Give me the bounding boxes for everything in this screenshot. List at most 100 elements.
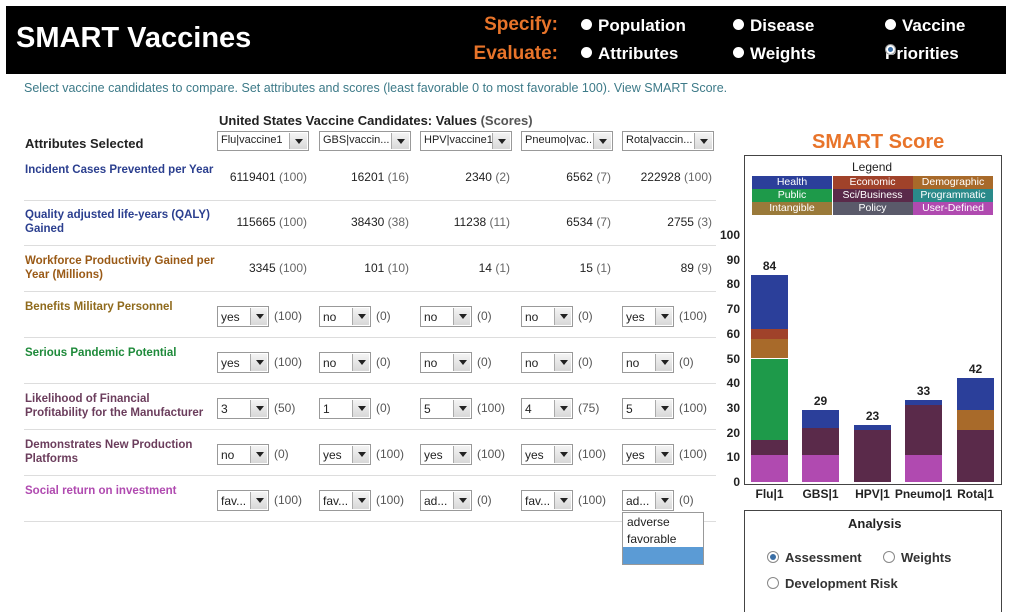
chevron-down-icon[interactable] (554, 492, 571, 509)
chevron-down-icon[interactable] (250, 400, 267, 417)
candidate-select-1[interactable]: GBS|vaccin... (319, 131, 411, 151)
cell-select[interactable]: 3 (217, 398, 269, 419)
cell-select-value: no (424, 356, 438, 370)
cell-select[interactable]: yes (217, 306, 269, 327)
cell-score: (2) (495, 170, 510, 184)
cell-select[interactable]: fav... (521, 490, 573, 511)
chevron-down-icon[interactable] (694, 133, 712, 149)
y-tick-label: 90 (726, 252, 740, 267)
candidate-select-2[interactable]: HPV|vaccine1 (420, 131, 512, 151)
chevron-down-icon[interactable] (554, 446, 571, 463)
chevron-down-icon[interactable] (453, 400, 470, 417)
cell-select-value: ad... (626, 494, 650, 508)
nav-population[interactable]: Population (581, 16, 686, 36)
bar-total-label: 29 (813, 394, 828, 409)
cell-select[interactable]: ad... (622, 490, 674, 511)
cell-score: (100) (679, 309, 708, 323)
chevron-down-icon[interactable] (352, 400, 369, 417)
radio-icon (581, 19, 592, 30)
chevron-down-icon[interactable] (492, 133, 510, 149)
candidate-select-0[interactable]: Flu|vaccine1 (217, 131, 309, 151)
cell-value: 89 (9) (612, 261, 712, 275)
cell-select[interactable]: 4 (521, 398, 573, 419)
bar-segment (957, 430, 994, 482)
candidate-select-3[interactable]: Pneumo|vac... (521, 131, 613, 151)
cell-select[interactable]: fav... (319, 490, 371, 511)
cell-select[interactable]: 5 (420, 398, 472, 419)
cell-select[interactable]: no (420, 306, 472, 327)
cell-select[interactable]: no (420, 352, 472, 373)
nav-priorities[interactable]: Priorities (885, 44, 959, 64)
cell-select[interactable]: 1 (319, 398, 371, 419)
cell-score: (100) (679, 401, 708, 415)
cell-select-value: no (525, 310, 539, 324)
chevron-down-icon[interactable] (453, 354, 470, 371)
chevron-down-icon[interactable] (655, 400, 672, 417)
cell-select[interactable]: no (319, 306, 371, 327)
nav-disease[interactable]: Disease (733, 16, 814, 36)
chevron-down-icon[interactable] (593, 133, 611, 149)
cell-select-value: yes (323, 448, 342, 462)
cell-value: 14 (1) (410, 261, 510, 275)
chevron-down-icon[interactable] (352, 492, 369, 509)
chevron-down-icon[interactable] (289, 133, 307, 149)
cell-number: 38430 (350, 215, 385, 229)
dropdown-list[interactable]: adverse favorable (622, 512, 704, 565)
cell-select[interactable]: no (521, 306, 573, 327)
chevron-down-icon[interactable] (554, 400, 571, 417)
chevron-down-icon[interactable] (554, 354, 571, 371)
cell-select-value: no (626, 356, 640, 370)
analysis-assessment[interactable]: Assessment (767, 550, 862, 565)
legend-item: Demographic (913, 176, 993, 189)
cell-value: 115665 (100) (207, 215, 307, 229)
bar-segment (905, 454, 942, 482)
cell-select[interactable]: yes (622, 444, 674, 465)
chevron-down-icon[interactable] (352, 446, 369, 463)
y-tick-label: 80 (726, 277, 740, 292)
chevron-down-icon[interactable] (655, 308, 672, 325)
nav-attributes[interactable]: Attributes (581, 44, 678, 64)
dropdown-option-highlighted[interactable] (623, 547, 703, 564)
cell-select[interactable]: yes (217, 352, 269, 373)
cell-score: (11) (489, 215, 510, 229)
chevron-down-icon[interactable] (655, 354, 672, 371)
cell-select[interactable]: no (622, 352, 674, 373)
chevron-down-icon[interactable] (250, 446, 267, 463)
cell-value: 2755 (3) (612, 215, 712, 229)
cell-score: (100) (578, 447, 607, 461)
cell-select[interactable]: fav... (217, 490, 269, 511)
analysis-development-risk[interactable]: Development Risk (767, 576, 898, 591)
cell-score: (100) (376, 447, 405, 461)
chevron-down-icon[interactable] (250, 308, 267, 325)
cell-select[interactable]: yes (319, 444, 371, 465)
cell-select[interactable]: yes (521, 444, 573, 465)
cell-select[interactable]: no (217, 444, 269, 465)
chevron-down-icon[interactable] (250, 354, 267, 371)
cell-select[interactable]: no (521, 352, 573, 373)
bar-segment (751, 338, 788, 359)
candidate-select-4[interactable]: Rota|vaccin... (622, 131, 714, 151)
analysis-weights[interactable]: Weights (883, 550, 951, 565)
cell-number: 14 (478, 261, 492, 275)
chevron-down-icon[interactable] (453, 492, 470, 509)
cell-select[interactable]: yes (622, 306, 674, 327)
cell-select[interactable]: no (319, 352, 371, 373)
chevron-down-icon[interactable] (655, 492, 672, 509)
nav-vaccine[interactable]: Vaccine (885, 16, 965, 36)
nav-weights[interactable]: Weights (733, 44, 816, 64)
cell-select[interactable]: 5 (622, 398, 674, 419)
dropdown-option-favorable[interactable]: favorable (623, 530, 703, 547)
chevron-down-icon[interactable] (453, 446, 470, 463)
dropdown-option-adverse[interactable]: adverse (623, 513, 703, 530)
chevron-down-icon[interactable] (554, 308, 571, 325)
cell-select[interactable]: ad... (420, 490, 472, 511)
chevron-down-icon[interactable] (655, 446, 672, 463)
chevron-down-icon[interactable] (250, 492, 267, 509)
cell-score: (0) (376, 309, 391, 323)
cell-select[interactable]: yes (420, 444, 472, 465)
chevron-down-icon[interactable] (453, 308, 470, 325)
chevron-down-icon[interactable] (391, 133, 409, 149)
chevron-down-icon[interactable] (352, 308, 369, 325)
row-label: Demonstrates New Production Platforms (25, 439, 193, 465)
chevron-down-icon[interactable] (352, 354, 369, 371)
